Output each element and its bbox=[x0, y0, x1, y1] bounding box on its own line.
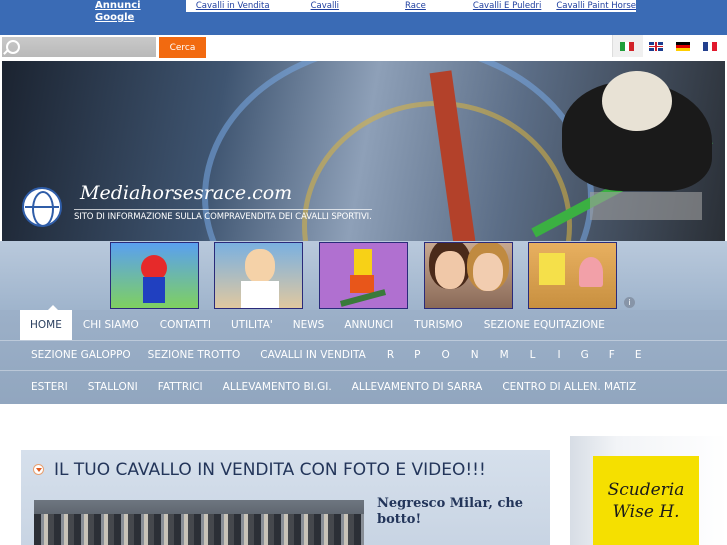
ad-link[interactable]: Cavalli in Vendita bbox=[196, 0, 270, 12]
globe-logo-icon bbox=[22, 187, 62, 227]
flag-en-icon[interactable] bbox=[649, 42, 663, 51]
ad-link[interactable]: Cavalli Paint Horse bbox=[556, 0, 636, 12]
mario-cartoon-thumbnail[interactable] bbox=[110, 242, 199, 309]
nav-letter[interactable]: F bbox=[609, 349, 615, 361]
nav-item[interactable]: ESTERI bbox=[31, 381, 68, 393]
banner-box bbox=[590, 192, 702, 220]
nav-item[interactable]: ALLEVAMENTO BI.GI. bbox=[223, 381, 332, 393]
flag-de-icon[interactable] bbox=[676, 42, 690, 51]
nav-item[interactable]: SEZIONE GALOPPO bbox=[31, 349, 131, 361]
nav-row-1: HOME CHI SIAMO CONTATTI UTILITA' NEWS AN… bbox=[20, 305, 605, 340]
flag-it-icon[interactable] bbox=[620, 42, 635, 51]
nav-letter[interactable]: L bbox=[530, 349, 536, 361]
nav-row-2: SEZIONE GALOPPO SEZIONE TROTTO CAVALLI I… bbox=[31, 340, 641, 370]
nav-item[interactable]: ALLEVAMENTO DI SARRA bbox=[352, 381, 483, 393]
ad-link[interactable]: Cavalli bbox=[311, 0, 339, 12]
featured-section: IL TUO CAVALLO IN VENDITA CON FOTO E VID… bbox=[21, 450, 550, 545]
two-girls-photo-thumbnail[interactable] bbox=[424, 242, 513, 309]
nav-item[interactable]: SEZIONE TROTTO bbox=[148, 349, 241, 361]
nav-letter[interactable]: M bbox=[500, 349, 509, 361]
site-subtitle: SITO DI INFORMAZIONE SULLA COMPRAVENDITA… bbox=[74, 209, 372, 222]
arrow-down-icon bbox=[33, 464, 44, 475]
search-button[interactable]: Cerca bbox=[159, 37, 206, 58]
section-title: IL TUO CAVALLO IN VENDITA CON FOTO E VID… bbox=[54, 460, 486, 480]
spongebob-cartoon-thumbnail[interactable] bbox=[528, 242, 617, 309]
nav-item[interactable]: CHI SIAMO bbox=[83, 319, 139, 331]
nav-item[interactable]: TURISMO bbox=[414, 319, 462, 331]
article-image[interactable] bbox=[34, 500, 364, 545]
family-guy-cartoon-thumbnail[interactable] bbox=[214, 242, 303, 309]
nav-item[interactable]: NEWS bbox=[293, 319, 325, 331]
main-navigation: HOME CHI SIAMO CONTATTI UTILITA' NEWS AN… bbox=[0, 305, 727, 404]
article-title-link[interactable]: Negresco Milar, che botto! bbox=[377, 496, 537, 528]
nav-letter[interactable]: N bbox=[471, 349, 479, 361]
flag-fr-icon[interactable] bbox=[703, 42, 718, 51]
ad-link[interactable]: Race bbox=[405, 0, 426, 12]
nav-item[interactable]: UTILITA' bbox=[231, 319, 273, 331]
site-title: Mediahorsesrace.com bbox=[80, 182, 293, 204]
search-input[interactable] bbox=[2, 37, 156, 57]
nav-letter[interactable]: E bbox=[635, 349, 642, 361]
sponsor-name: Scuderia Wise H. bbox=[607, 479, 685, 522]
sponsor-banner[interactable]: Scuderia Wise H. bbox=[593, 456, 699, 545]
header-banner: Mediahorsesrace.com SITO DI INFORMAZIONE… bbox=[2, 61, 725, 241]
bart-simpson-skateboard-thumbnail[interactable] bbox=[319, 242, 408, 309]
search-bar: Cerca bbox=[0, 35, 727, 61]
nav-letter[interactable]: O bbox=[441, 349, 449, 361]
nav-row-3: ESTERI STALLONI FATTRICI ALLEVAMENTO BI.… bbox=[31, 370, 636, 404]
nav-letter[interactable]: G bbox=[581, 349, 589, 361]
top-ad-bar: Annunci Google Cavalli in Vendita Cavall… bbox=[0, 0, 727, 35]
thumbnail-strip: i bbox=[0, 241, 727, 310]
nav-item[interactable]: CAVALLI IN VENDITA bbox=[260, 349, 366, 361]
search-icon bbox=[6, 40, 20, 54]
ad-link[interactable]: Cavalli E Puledri bbox=[473, 0, 541, 12]
info-icon[interactable]: i bbox=[624, 297, 635, 308]
nav-item[interactable]: STALLONI bbox=[88, 381, 138, 393]
nav-item[interactable]: CONTATTI bbox=[160, 319, 211, 331]
nav-item[interactable]: FATTRICI bbox=[158, 381, 203, 393]
rider-image bbox=[602, 71, 672, 131]
nav-item[interactable]: CENTRO DI ALLEN. MATIZ bbox=[502, 381, 636, 393]
nav-letter[interactable]: R bbox=[387, 349, 394, 361]
nav-item[interactable]: SEZIONE EQUITAZIONE bbox=[484, 319, 605, 331]
nav-item[interactable]: ANNUNCI bbox=[344, 319, 393, 331]
nav-item-home[interactable]: HOME bbox=[20, 305, 72, 340]
nav-letter[interactable]: P bbox=[414, 349, 420, 361]
google-ads-links: Annunci Google Cavalli in Vendita Cavall… bbox=[95, 0, 636, 23]
google-ads-label[interactable]: Annunci Google bbox=[95, 0, 186, 23]
nav-letter[interactable]: I bbox=[558, 349, 561, 361]
